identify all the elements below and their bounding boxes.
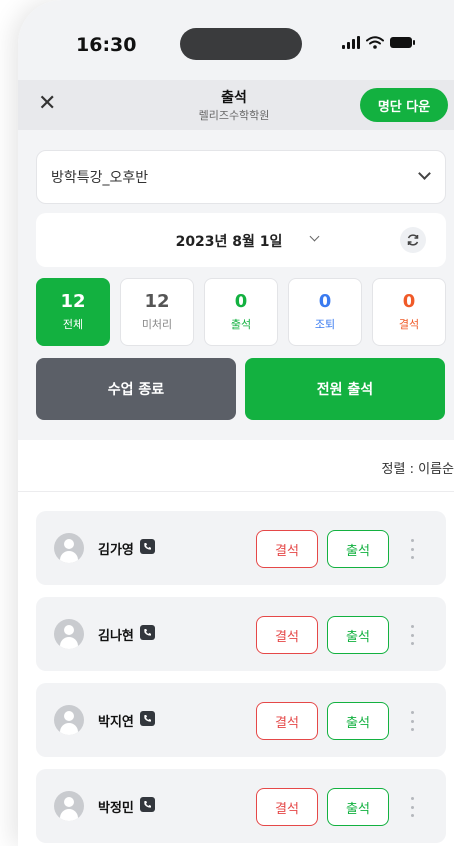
class-select-value: 방학특강_오후반 [51, 170, 149, 186]
stat-total[interactable]: 12 전체 [36, 278, 110, 346]
absent-button[interactable]: 결석 [256, 702, 318, 740]
phone-icon[interactable] [140, 625, 155, 640]
student-list: 김가영 결석 출석 김나현 결석 출석 박지연 결석 출석 박정민 결석 출석 [18, 492, 454, 846]
avatar [54, 533, 84, 563]
phone-icon[interactable] [140, 711, 155, 726]
avatar [54, 791, 84, 821]
absent-button[interactable]: 결석 [256, 616, 318, 654]
stat-present-label: 출석 [230, 318, 252, 331]
attendance-controls: 방학특강_오후반 2023년 8월 1일 12 전체 12 미처리 0 출석 0… [18, 130, 454, 440]
stat-present-count: 0 [234, 291, 248, 312]
stat-unprocessed-count: 12 [144, 291, 170, 312]
absent-button[interactable]: 결석 [256, 788, 318, 826]
class-select[interactable]: 방학특강_오후반 [36, 150, 446, 204]
stat-absent[interactable]: 0 결석 [372, 278, 446, 346]
stat-total-count: 12 [60, 291, 86, 312]
present-button[interactable]: 출석 [327, 530, 389, 568]
refresh-icon [407, 234, 419, 246]
student-row: 김가영 결석 출석 [36, 511, 446, 585]
present-button[interactable]: 출석 [327, 702, 389, 740]
present-button[interactable]: 출석 [327, 616, 389, 654]
stat-absent-count: 0 [402, 291, 416, 312]
mark-all-present-button[interactable]: 전원 출석 [245, 358, 445, 420]
phone-icon[interactable] [140, 539, 155, 554]
student-name: 박정민 [98, 801, 134, 816]
more-options-icon[interactable] [406, 795, 418, 819]
stat-total-label: 전체 [62, 318, 84, 331]
stat-absent-label: 결석 [398, 318, 420, 331]
more-options-icon[interactable] [406, 623, 418, 647]
phone-icon[interactable] [140, 797, 155, 812]
student-name: 김나현 [98, 629, 134, 644]
dynamic-island [180, 28, 302, 60]
wifi-icon [366, 36, 384, 49]
stat-early-leave-label: 조퇴 [314, 318, 336, 331]
battery-icon [390, 37, 415, 48]
phone-frame: 16:30 ✕ 출석 렐리즈수학학원 명단 다운 방학특강_오후반 2023년 … [18, 0, 454, 846]
student-name: 박지연 [98, 715, 134, 730]
stat-early-leave-count: 0 [318, 291, 332, 312]
stat-present[interactable]: 0 출석 [204, 278, 278, 346]
stat-early-leave[interactable]: 0 조퇴 [288, 278, 362, 346]
status-icons [342, 36, 415, 49]
refresh-button[interactable] [400, 227, 426, 253]
student-name: 김가영 [98, 543, 134, 558]
signal-icon [342, 36, 360, 49]
date-value: 2023년 8월 1일 [175, 234, 283, 250]
end-class-button[interactable]: 수업 종료 [36, 358, 236, 420]
download-list-button[interactable]: 명단 다운 [360, 88, 448, 122]
stat-unprocessed-label: 미처리 [141, 318, 173, 331]
more-options-icon[interactable] [406, 537, 418, 561]
header: ✕ 출석 렐리즈수학학원 명단 다운 [18, 80, 454, 130]
student-row: 박정민 결석 출석 [36, 769, 446, 843]
status-bar: 16:30 [18, 0, 454, 80]
sort-bar: 정렬 : 이름순 [18, 440, 454, 492]
student-row: 김나현 결석 출석 [36, 597, 446, 671]
more-options-icon[interactable] [406, 709, 418, 733]
stat-unprocessed[interactable]: 12 미처리 [120, 278, 194, 346]
absent-button[interactable]: 결석 [256, 530, 318, 568]
date-picker[interactable]: 2023년 8월 1일 [36, 213, 446, 267]
avatar [54, 705, 84, 735]
chevron-down-icon [418, 167, 431, 180]
student-row: 박지연 결석 출석 [36, 683, 446, 757]
avatar [54, 619, 84, 649]
present-button[interactable]: 출석 [327, 788, 389, 826]
sort-toggle[interactable]: 정렬 : 이름순 [382, 458, 454, 477]
status-time: 16:30 [76, 34, 137, 56]
